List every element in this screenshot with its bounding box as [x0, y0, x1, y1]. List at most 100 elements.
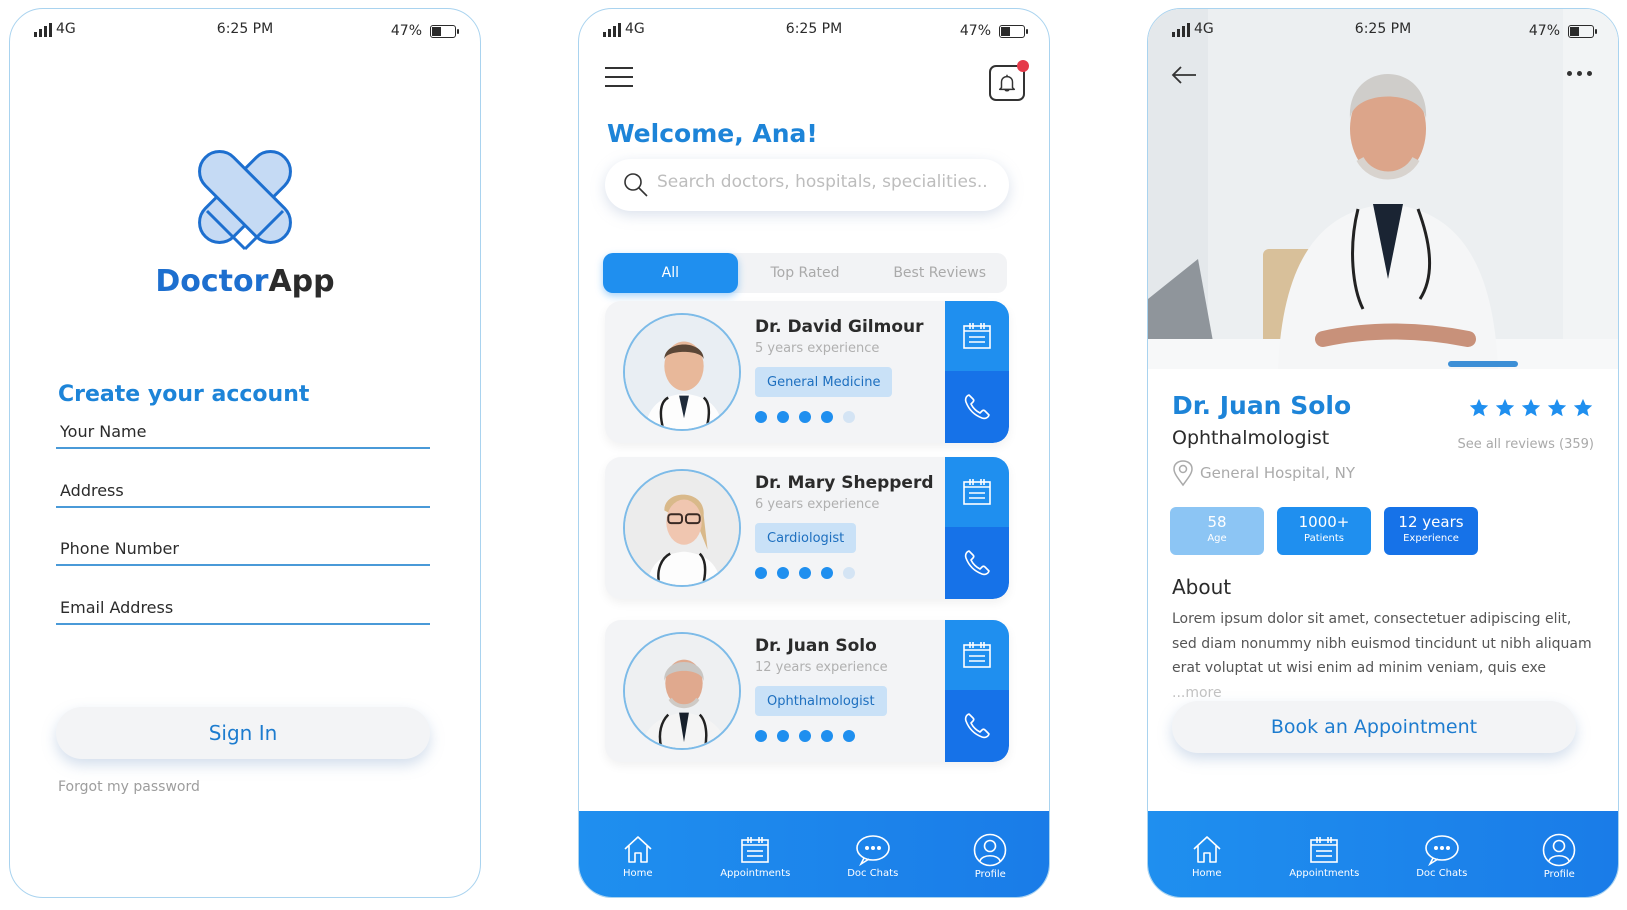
chat-icon	[855, 834, 891, 866]
about-heading: About	[1172, 575, 1232, 599]
rating-dot	[821, 730, 833, 742]
rating-dot	[777, 567, 789, 579]
rating-dot	[799, 567, 811, 579]
name-field[interactable]	[56, 409, 430, 449]
call-button[interactable]	[945, 527, 1009, 599]
rating-dot	[821, 411, 833, 423]
nav-doc-chats[interactable]: Doc Chats	[1383, 811, 1501, 897]
specialty-chip[interactable]: Ophthalmologist	[755, 686, 887, 716]
doctor-photo	[623, 313, 741, 431]
doctor-card[interactable]: Dr. Mary Shepperd 6 years experience Car…	[605, 457, 1009, 599]
star-icon	[1520, 397, 1542, 419]
rating-dots	[755, 567, 855, 579]
read-more-link[interactable]: ...more	[1172, 685, 1222, 701]
brand-name: DoctorApp	[10, 264, 480, 299]
brand-part-doctor: Doctor	[155, 264, 269, 299]
back-arrow-icon[interactable]	[1170, 65, 1198, 85]
call-button[interactable]	[945, 690, 1009, 762]
doctor-experience: 12 years experience	[755, 660, 888, 675]
doctor-card[interactable]: Dr. David Gilmour 5 years experience Gen…	[605, 301, 1009, 443]
home-icon	[1191, 834, 1223, 866]
nav-home[interactable]: Home	[579, 811, 697, 897]
see-all-reviews-link[interactable]: See all reviews (359)	[1457, 437, 1594, 452]
doctor-name: Dr. Juan Solo	[755, 636, 877, 656]
more-options-icon[interactable]	[1567, 71, 1592, 76]
address-field[interactable]	[56, 468, 430, 508]
forgot-password-link[interactable]: Forgot my password	[58, 779, 200, 795]
nav-appointments[interactable]: Appointments	[1266, 811, 1384, 897]
phone-icon	[961, 710, 993, 742]
star-rating	[1468, 397, 1594, 419]
battery-icon	[1568, 25, 1597, 38]
brand-part-app: App	[268, 264, 335, 299]
nav-label: Profile	[1543, 868, 1575, 880]
nav-profile[interactable]: Profile	[932, 811, 1050, 897]
nav-label: Appointments	[720, 867, 791, 879]
nav-label: Home	[622, 867, 653, 879]
notifications-button[interactable]	[989, 60, 1029, 101]
stat-label: Patients	[1303, 533, 1345, 544]
specialty-chip[interactable]: Cardiologist	[755, 523, 857, 553]
rating-dots	[755, 730, 855, 742]
calendar-icon	[961, 639, 993, 671]
about-body: Lorem ipsum dolor sit amet, consectetuer…	[1172, 611, 1592, 676]
stat-experience: 12 years Experience	[1384, 507, 1478, 555]
doctor-specialty: Ophthalmologist	[1172, 427, 1330, 449]
rating-dot	[799, 730, 811, 742]
nav-label: Doc Chats	[847, 867, 899, 879]
tab-top-rated[interactable]: Top Rated	[738, 253, 873, 293]
location-text: General Hospital, NY	[1200, 464, 1356, 482]
rating-dot	[843, 411, 855, 423]
nav-doc-chats[interactable]: Doc Chats	[814, 811, 932, 897]
email-field[interactable]	[56, 585, 430, 625]
chat-icon	[1424, 834, 1460, 866]
doctorapp-logo-icon	[198, 150, 292, 251]
calendar-icon	[739, 834, 771, 866]
doctor-photo	[623, 632, 741, 750]
calendar-icon	[961, 320, 993, 352]
stat-patients: 1000+ Patients	[1277, 507, 1371, 555]
location-pin-icon	[1173, 460, 1193, 487]
bottom-nav: Home Appointments Doc Chats Profile	[1148, 811, 1618, 897]
menu-icon[interactable]	[605, 67, 633, 87]
phone-field[interactable]	[56, 526, 430, 566]
nav-profile[interactable]: Profile	[1501, 811, 1619, 897]
rating-dot	[755, 411, 767, 423]
address-input[interactable]	[60, 481, 420, 500]
status-bar: 4G 6:25 PM 47%	[1148, 21, 1618, 43]
book-appointment-button[interactable]	[945, 457, 1009, 527]
phone-input[interactable]	[60, 539, 420, 558]
search-bar[interactable]	[605, 159, 1009, 211]
tab-best-reviews[interactable]: Best Reviews	[872, 253, 1007, 293]
status-bar: 4G 6:25 PM 47%	[579, 21, 1049, 43]
nav-home[interactable]: Home	[1148, 811, 1266, 897]
nav-label: Home	[1191, 867, 1222, 879]
star-icon	[1572, 397, 1594, 419]
search-icon	[624, 173, 648, 197]
welcome-title: Welcome, Ana!	[607, 119, 818, 148]
book-appointment-button[interactable]: Book an Appointment	[1172, 701, 1576, 753]
rating-dot	[777, 411, 789, 423]
specialty-chip[interactable]: General Medicine	[755, 367, 893, 397]
calendar-icon	[1308, 834, 1340, 866]
search-input[interactable]	[657, 172, 987, 192]
book-appointment-button[interactable]	[945, 620, 1009, 690]
profile-icon	[973, 833, 1007, 867]
doctor-card[interactable]: Dr. Juan Solo 12 years experience Ophtha…	[605, 620, 1009, 762]
rating-dot	[755, 567, 767, 579]
nav-appointments[interactable]: Appointments	[697, 811, 815, 897]
star-icon	[1468, 397, 1490, 419]
rating-dot	[799, 411, 811, 423]
bell-icon	[998, 74, 1016, 92]
battery-percent: 47%	[959, 23, 991, 39]
email-input[interactable]	[60, 598, 420, 617]
phone-icon	[961, 391, 993, 423]
doctor-experience: 5 years experience	[755, 341, 880, 356]
star-icon	[1494, 397, 1516, 419]
sign-in-button[interactable]: Sign In	[56, 707, 430, 759]
name-input[interactable]	[60, 422, 420, 441]
book-appointment-button[interactable]	[945, 301, 1009, 371]
tab-all[interactable]: All	[603, 253, 738, 293]
rating-dot	[843, 567, 855, 579]
call-button[interactable]	[945, 371, 1009, 443]
